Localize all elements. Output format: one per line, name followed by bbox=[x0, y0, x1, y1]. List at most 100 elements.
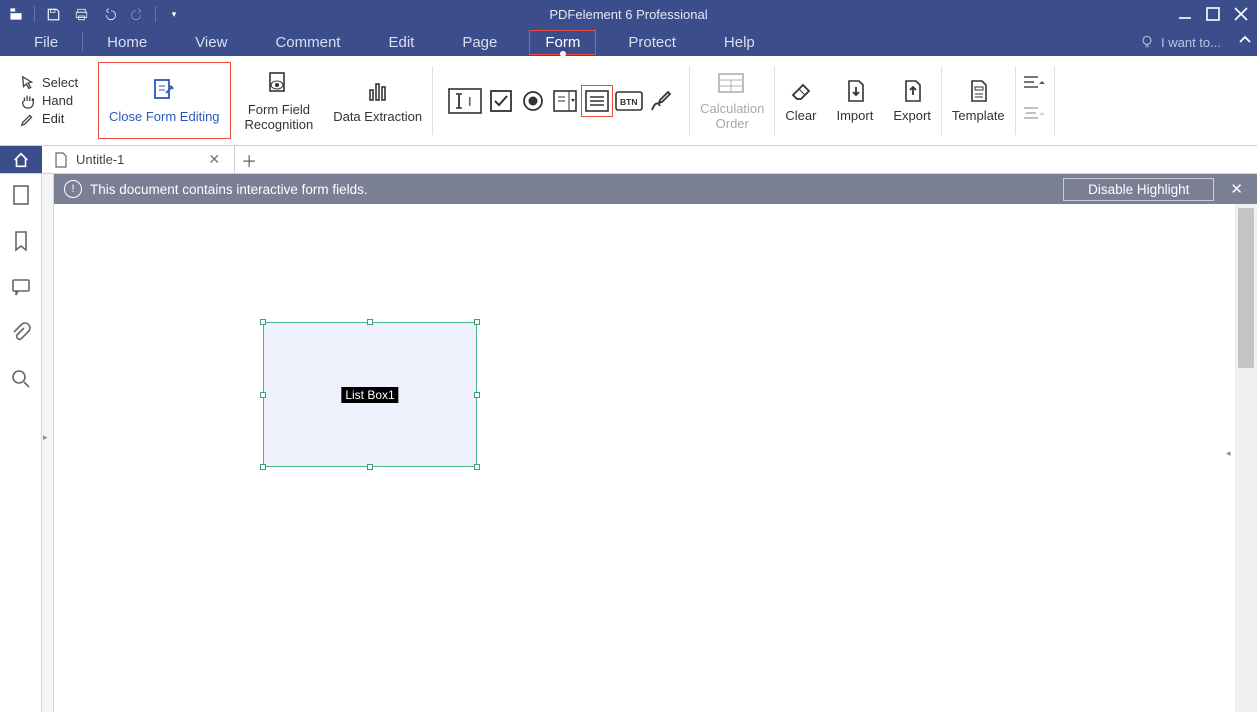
work-area: ! This document contains interactive for… bbox=[0, 174, 1257, 712]
print-icon[interactable] bbox=[71, 4, 91, 24]
ribbon: Select Hand Edit Close Form Editing Form… bbox=[0, 56, 1257, 146]
document-area: ! This document contains interactive for… bbox=[54, 174, 1257, 712]
import-button[interactable]: Import bbox=[826, 56, 883, 145]
separator bbox=[34, 6, 35, 22]
disable-highlight-button[interactable]: Disable Highlight bbox=[1063, 178, 1214, 201]
template-button[interactable]: Template bbox=[942, 56, 1015, 145]
scroll-thumb[interactable] bbox=[1238, 208, 1254, 368]
info-message: This document contains interactive form … bbox=[90, 182, 368, 197]
collapse-ribbon-button[interactable] bbox=[1233, 33, 1257, 51]
menu-file[interactable]: File bbox=[18, 30, 74, 55]
maximize-button[interactable] bbox=[1201, 4, 1225, 24]
menu-bar: File Home View Comment Edit Page Form Pr… bbox=[0, 28, 1257, 56]
menu-page[interactable]: Page bbox=[446, 30, 513, 55]
i-want-to-label: I want to... bbox=[1161, 35, 1221, 50]
signature-field-tool[interactable] bbox=[645, 85, 677, 117]
close-tab-button[interactable]: ✕ bbox=[204, 151, 224, 168]
resize-handle[interactable] bbox=[367, 464, 373, 470]
resize-handle[interactable] bbox=[474, 464, 480, 470]
resize-handle[interactable] bbox=[474, 319, 480, 325]
button-tool[interactable]: BTN bbox=[613, 85, 645, 117]
calculation-order-icon bbox=[715, 70, 749, 98]
template-icon bbox=[964, 77, 992, 105]
quick-access-toolbar: ▾ bbox=[0, 4, 184, 24]
lightbulb-icon bbox=[1139, 34, 1155, 50]
field-name-label: List Box1 bbox=[341, 387, 398, 403]
close-infobar-button[interactable]: ✕ bbox=[1224, 180, 1249, 198]
resize-handle[interactable] bbox=[260, 464, 266, 470]
new-tab-button[interactable]: ＋ bbox=[235, 146, 263, 173]
left-panel bbox=[0, 174, 42, 712]
minimize-button[interactable] bbox=[1173, 4, 1197, 24]
menu-edit[interactable]: Edit bbox=[372, 30, 430, 55]
document-tab-label: Untitle-1 bbox=[76, 152, 124, 167]
home-tab-button[interactable] bbox=[0, 146, 42, 173]
menu-view[interactable]: View bbox=[179, 30, 243, 55]
alignment-dropdowns bbox=[1016, 56, 1054, 145]
redo-icon[interactable] bbox=[127, 4, 147, 24]
data-extraction-button[interactable]: Data Extraction bbox=[323, 56, 432, 145]
search-icon[interactable] bbox=[10, 368, 32, 390]
text-field-tool[interactable]: I bbox=[445, 85, 485, 117]
ribbon-select-tools: Select Hand Edit bbox=[0, 56, 94, 145]
right-splitter[interactable] bbox=[1225, 204, 1235, 712]
import-icon bbox=[841, 77, 869, 105]
form-field-recognition-icon bbox=[264, 69, 294, 99]
document-tabs: Untitle-1 ✕ ＋ bbox=[0, 146, 1257, 174]
comments-icon[interactable] bbox=[10, 276, 32, 298]
bookmark-icon[interactable] bbox=[10, 230, 32, 252]
checkbox-tool[interactable] bbox=[485, 85, 517, 117]
export-button[interactable]: Export bbox=[883, 56, 941, 145]
data-extraction-icon bbox=[363, 76, 393, 106]
hand-tool[interactable]: Hand bbox=[20, 93, 88, 109]
i-want-to-search[interactable]: I want to... bbox=[1139, 34, 1233, 50]
window-controls bbox=[1173, 4, 1257, 24]
align-dropdown[interactable] bbox=[1022, 74, 1048, 97]
radio-button-tool[interactable] bbox=[517, 85, 549, 117]
resize-handle[interactable] bbox=[260, 319, 266, 325]
distribute-dropdown[interactable] bbox=[1022, 105, 1048, 128]
menu-form[interactable]: Form bbox=[529, 30, 596, 55]
svg-text:I: I bbox=[468, 94, 472, 109]
document-tab[interactable]: Untitle-1 ✕ bbox=[42, 146, 235, 173]
document-icon bbox=[54, 152, 68, 168]
qat-dropdown-icon[interactable]: ▾ bbox=[164, 4, 184, 24]
resize-handle[interactable] bbox=[474, 392, 480, 398]
combobox-tool[interactable] bbox=[549, 85, 581, 117]
app-icon[interactable] bbox=[6, 4, 26, 24]
eraser-icon bbox=[787, 77, 815, 105]
separator bbox=[155, 6, 156, 22]
save-icon[interactable] bbox=[43, 4, 63, 24]
close-form-editing-icon bbox=[149, 76, 179, 106]
resize-handle[interactable] bbox=[367, 319, 373, 325]
menu-comment[interactable]: Comment bbox=[259, 30, 356, 55]
clear-button[interactable]: Clear bbox=[775, 56, 826, 145]
left-splitter[interactable] bbox=[42, 174, 54, 712]
edit-tool[interactable]: Edit bbox=[20, 111, 88, 127]
menu-help[interactable]: Help bbox=[708, 30, 771, 55]
separator bbox=[1054, 66, 1055, 135]
listbox-tool[interactable] bbox=[581, 85, 613, 117]
export-icon bbox=[898, 77, 926, 105]
thumbnails-icon[interactable] bbox=[10, 184, 32, 206]
listbox-field[interactable]: List Box1 bbox=[263, 322, 477, 467]
menu-home[interactable]: Home bbox=[91, 30, 163, 55]
resize-handle[interactable] bbox=[260, 392, 266, 398]
menu-protect[interactable]: Protect bbox=[612, 30, 692, 55]
info-icon: ! bbox=[64, 180, 82, 198]
form-field-tools: I BTN bbox=[433, 56, 689, 145]
title-bar: ▾ PDFelement 6 Professional bbox=[0, 0, 1257, 28]
calculation-order-button[interactable]: Calculation Order bbox=[690, 56, 774, 145]
vertical-scrollbar[interactable] bbox=[1235, 204, 1257, 712]
attachment-icon[interactable] bbox=[10, 322, 32, 344]
close-form-editing-button[interactable]: Close Form Editing bbox=[98, 62, 231, 139]
svg-text:BTN: BTN bbox=[620, 97, 637, 107]
form-info-bar: ! This document contains interactive for… bbox=[54, 174, 1257, 204]
separator bbox=[82, 33, 83, 51]
app-title: PDFelement 6 Professional bbox=[549, 7, 707, 22]
document-page[interactable]: List Box1 bbox=[54, 204, 1235, 712]
undo-icon[interactable] bbox=[99, 4, 119, 24]
close-button[interactable] bbox=[1229, 4, 1253, 24]
form-field-recognition-button[interactable]: Form Field Recognition bbox=[235, 56, 324, 145]
select-tool[interactable]: Select bbox=[20, 75, 88, 91]
